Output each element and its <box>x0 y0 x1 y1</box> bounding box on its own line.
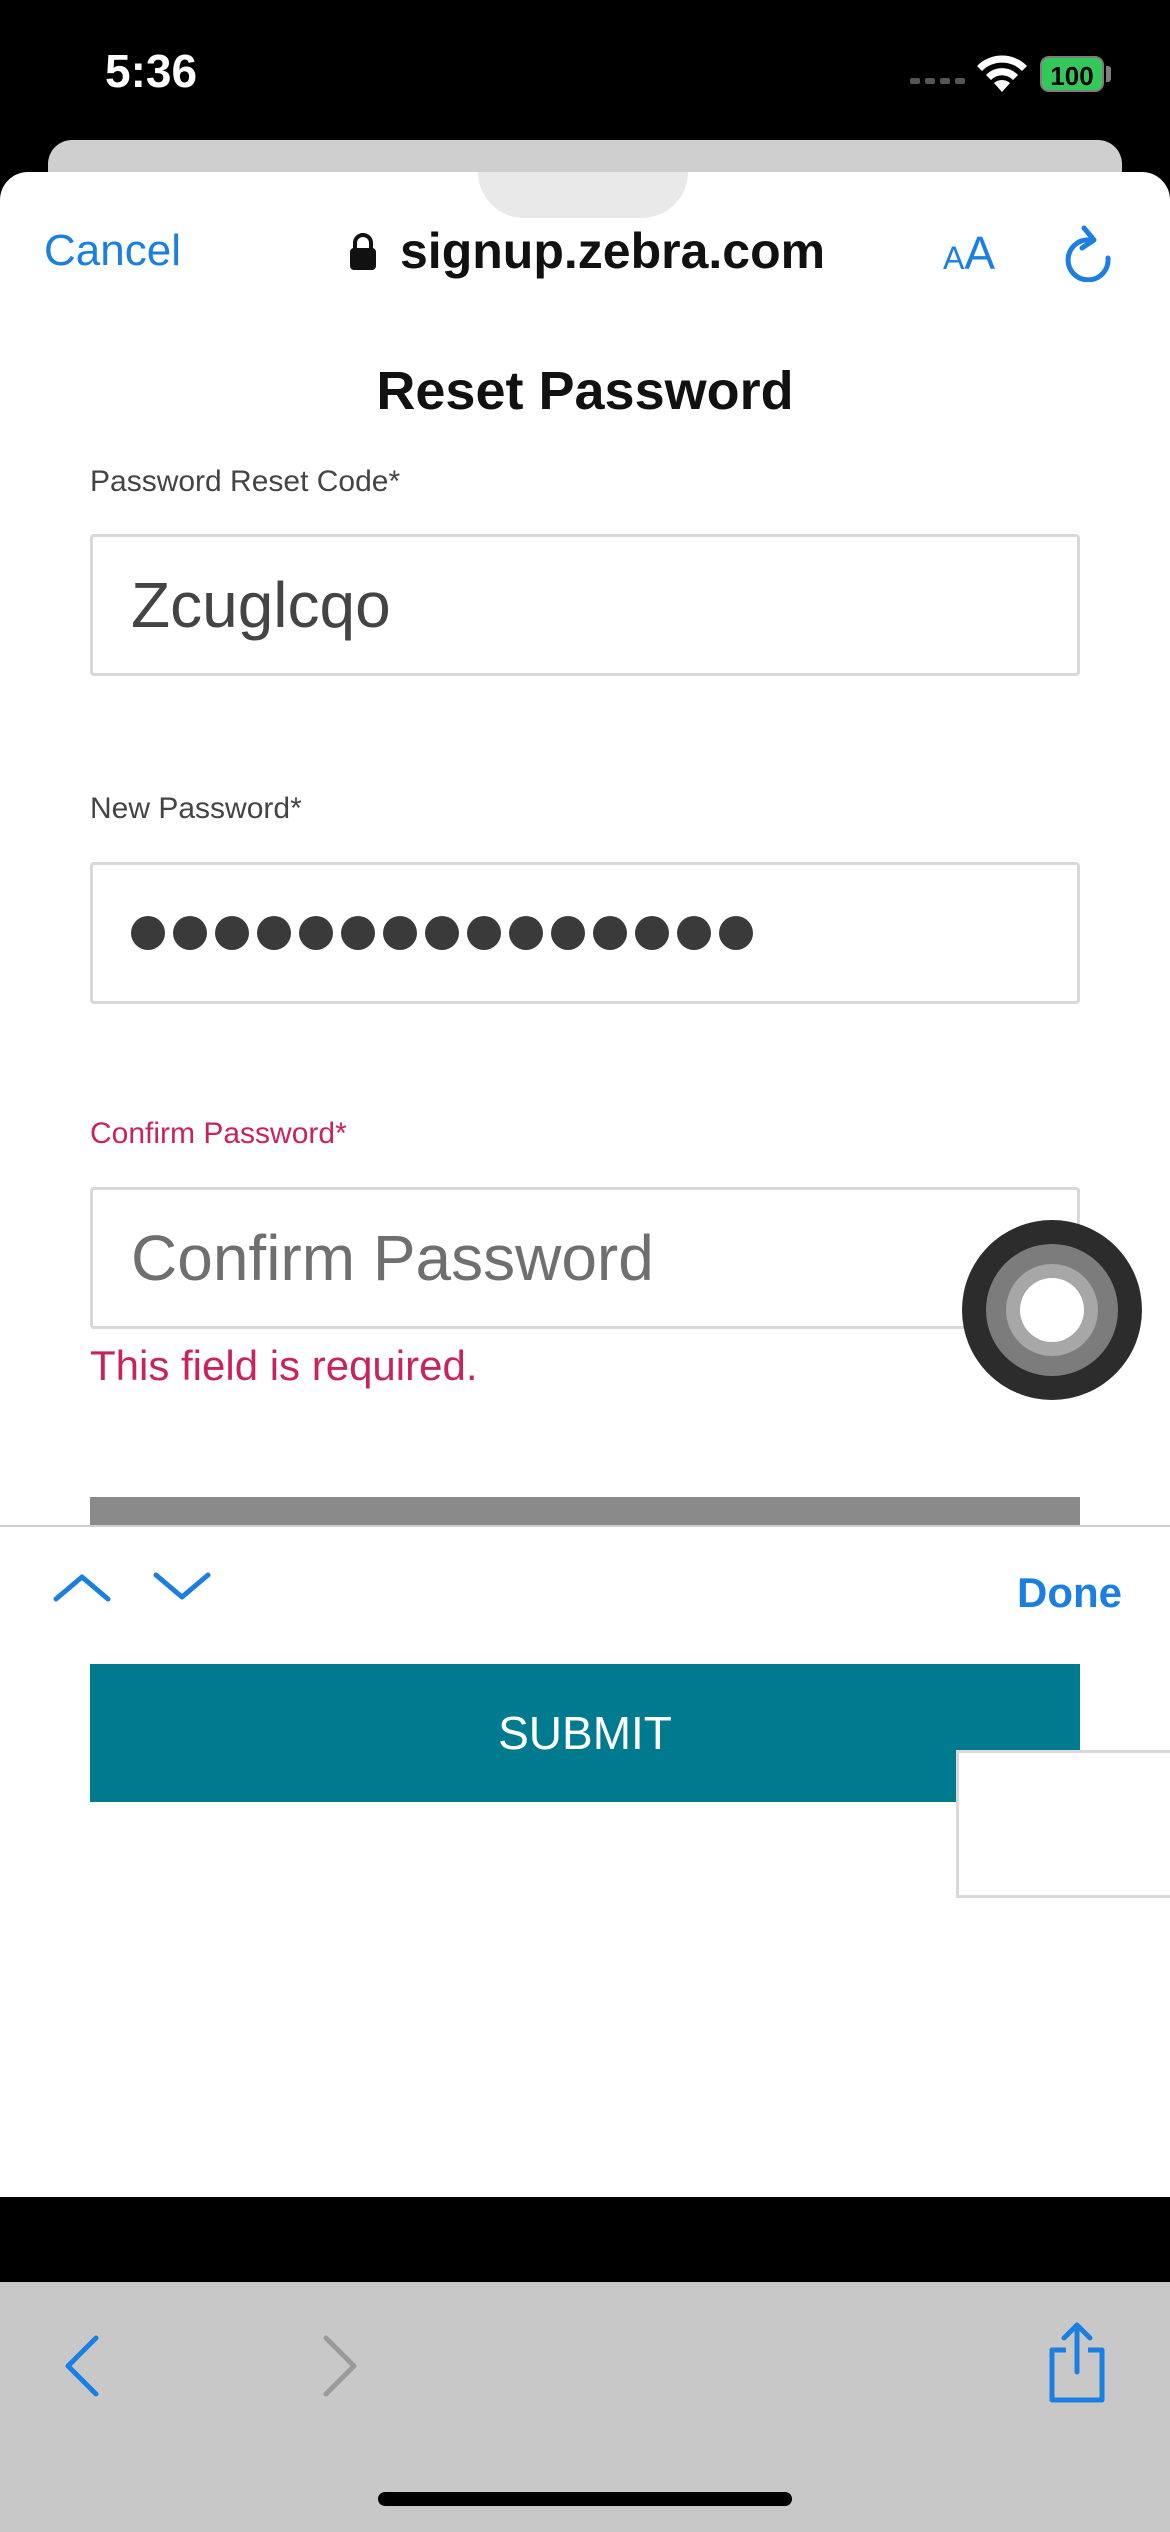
confirm-password-label: Confirm Password* <box>90 1117 347 1150</box>
password-dot <box>383 916 417 950</box>
cancel-button[interactable]: Cancel <box>44 226 181 276</box>
assistive-touch-ring-inner <box>1020 1278 1084 1342</box>
chevron-down-icon[interactable] <box>152 1569 212 1605</box>
text-size-button[interactable]: AA <box>943 226 995 280</box>
reload-icon[interactable] <box>1064 224 1116 282</box>
hidden-button-edge <box>90 1497 1080 1525</box>
chevron-left-icon[interactable] <box>62 2334 102 2398</box>
chevron-right-icon[interactable] <box>320 2334 360 2398</box>
password-dot <box>341 916 375 950</box>
password-dot <box>299 916 333 950</box>
browser-bottom-toolbar <box>0 2282 1170 2532</box>
password-dot <box>677 916 711 950</box>
battery-tip <box>1106 66 1111 82</box>
text-size-large-glyph: A <box>964 227 996 279</box>
side-widget <box>956 1750 1170 1898</box>
battery-icon: 100 <box>1040 56 1104 92</box>
sheet-grabber[interactable] <box>478 172 688 218</box>
new-password-input[interactable] <box>90 862 1080 1004</box>
text-size-small-glyph: A <box>943 240 965 276</box>
lock-icon <box>350 233 376 270</box>
reset-code-input[interactable]: Zcuglcqo <box>90 534 1080 676</box>
password-dot <box>215 916 249 950</box>
new-password-label: New Password* <box>90 792 302 825</box>
password-dot <box>551 916 585 950</box>
password-dot <box>425 916 459 950</box>
reset-code-label: Password Reset Code* <box>90 465 401 498</box>
submit-button[interactable]: SUBMIT <box>90 1664 1080 1802</box>
address-url[interactable]: signup.zebra.com <box>400 222 825 280</box>
password-dot <box>257 916 291 950</box>
done-button[interactable]: Done <box>1017 1569 1122 1617</box>
password-dot <box>467 916 501 950</box>
keyboard-toolbar: Done <box>0 1525 1170 1647</box>
chevron-up-icon[interactable] <box>52 1569 112 1605</box>
confirm-password-error: This field is required. <box>90 1342 478 1389</box>
status-time: 5:36 <box>105 45 198 97</box>
home-indicator <box>378 2492 792 2506</box>
cellular-signal-icon <box>910 72 980 84</box>
password-dot <box>593 916 627 950</box>
masked-password <box>131 865 1077 1001</box>
password-dot <box>173 916 207 950</box>
password-dot <box>719 916 753 950</box>
password-dot <box>635 916 669 950</box>
confirm-password-input[interactable]: Confirm Password <box>90 1187 1080 1329</box>
password-dot <box>509 916 543 950</box>
share-icon[interactable] <box>1046 2320 1108 2404</box>
assistive-touch-button[interactable] <box>962 1220 1142 1400</box>
page-title: Reset Password <box>376 361 794 421</box>
status-bar: 5:36 100 <box>0 0 1170 150</box>
wifi-icon <box>977 55 1027 92</box>
password-dot <box>131 916 165 950</box>
